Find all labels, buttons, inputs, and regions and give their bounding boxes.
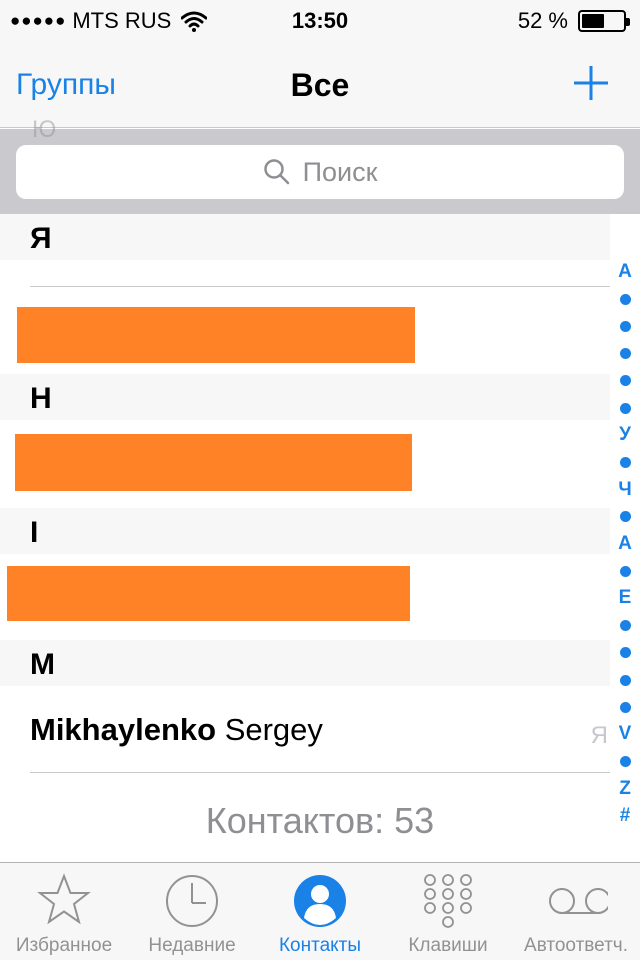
index-letter[interactable]: Ч: [612, 479, 638, 501]
search-icon: [263, 159, 289, 185]
index-dot[interactable]: [620, 674, 631, 686]
tab-label: Автоответч.: [524, 935, 628, 956]
tab-bar: Избранное Недавние Контакты Клавиши Авто…: [0, 862, 640, 960]
battery-icon: [578, 10, 630, 32]
tab-voicemail[interactable]: Автоответч.: [512, 863, 640, 960]
index-letter[interactable]: А: [612, 261, 638, 283]
index-dot[interactable]: [620, 293, 631, 305]
index-dot[interactable]: [620, 620, 631, 632]
list-item[interactable]: [0, 420, 610, 508]
index-letter[interactable]: Z: [612, 778, 638, 800]
scrolled-section-letter: Ю: [32, 116, 57, 143]
index-dot[interactable]: [620, 701, 631, 713]
tab-label: Клавиши: [408, 935, 488, 956]
redacted-contact: [17, 307, 415, 363]
tab-label: Контакты: [278, 935, 362, 956]
status-bar: ●●●●● MTS RUS 13:50 52 %: [0, 0, 640, 42]
index-dot[interactable]: [620, 511, 631, 523]
add-contact-icon[interactable]: [572, 64, 610, 102]
section-letter: Я: [30, 222, 52, 255]
index-dot[interactable]: [620, 456, 631, 468]
battery-tip: [626, 18, 630, 26]
index-dot[interactable]: [620, 756, 631, 768]
battery-fill: [582, 14, 604, 28]
redacted-contact: [15, 434, 412, 491]
search-area: Поиск: [0, 129, 640, 214]
index-letter[interactable]: A: [612, 533, 638, 555]
alphabet-index[interactable]: А У Ч A E V Z #: [612, 261, 638, 826]
index-letter[interactable]: У: [612, 424, 638, 446]
status-right: 52 %: [517, 8, 630, 34]
star-icon: [37, 873, 91, 925]
index-dot[interactable]: [620, 647, 631, 659]
list-item[interactable]: [0, 260, 610, 374]
redacted-contact: [7, 566, 410, 621]
person-icon: [294, 875, 346, 927]
search-placeholder: Поиск: [302, 156, 378, 187]
tab-contacts[interactable]: Контакты: [256, 863, 384, 960]
index-dot[interactable]: [620, 375, 631, 387]
contact-last-name: Mikhaylenko: [30, 712, 217, 747]
index-dot[interactable]: [620, 565, 631, 577]
index-dot[interactable]: [620, 320, 631, 332]
search-input[interactable]: Поиск: [16, 145, 624, 199]
row-hint-letter: Я: [590, 722, 608, 749]
section-header-ya: Я: [0, 214, 610, 260]
list-item[interactable]: [0, 554, 610, 640]
section-letter: I: [30, 516, 39, 549]
tab-label: Избранное: [15, 935, 113, 956]
tab-favorites[interactable]: Избранное: [0, 863, 128, 960]
index-letter[interactable]: V: [612, 723, 638, 745]
tab-keypad[interactable]: Клавиши: [384, 863, 512, 960]
nav-bar: Группы Все: [0, 42, 640, 128]
section-header-m: M: [0, 640, 610, 686]
tab-recents[interactable]: Недавние: [128, 863, 256, 960]
index-dot[interactable]: [620, 348, 631, 360]
contact-name: Mikhaylenko Sergey: [30, 712, 323, 748]
battery-percent: 52 %: [517, 8, 568, 33]
section-letter: H: [30, 382, 52, 415]
section-letter: M: [30, 648, 55, 681]
voicemail-icon: [549, 888, 608, 914]
row-divider: [30, 286, 610, 287]
section-header-i: I: [0, 508, 610, 554]
row-divider: [30, 772, 610, 773]
section-header-h: H: [0, 374, 610, 420]
index-dot[interactable]: [620, 402, 631, 414]
contacts-count: Контактов: 53: [205, 800, 435, 841]
tab-label: Недавние: [148, 935, 236, 956]
contact-list[interactable]: Я H I M Mikhaylenko Sergey Я: [0, 214, 610, 862]
page-title: Все: [290, 67, 350, 103]
clock-icon: [166, 875, 218, 927]
keypad-icon: [424, 874, 472, 928]
contact-first-name: Sergey: [224, 712, 323, 747]
index-letter[interactable]: E: [612, 587, 638, 609]
index-letter[interactable]: #: [612, 805, 638, 827]
